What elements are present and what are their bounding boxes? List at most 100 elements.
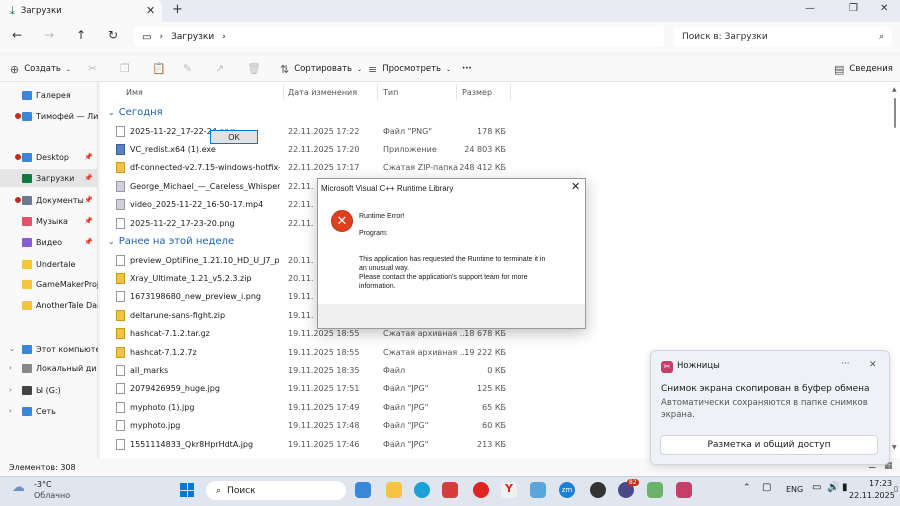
notifications-icon[interactable]: ▯ <box>894 485 898 493</box>
address-bar[interactable]: ▭ › Загрузки › <box>134 27 664 47</box>
file-row[interactable]: hashcat-7.1.2.7z 19.11.2025 18:55 Сжатая а… <box>116 343 516 361</box>
clock-date[interactable]: 22.11.2025 <box>849 491 895 500</box>
file-name: preview_OptiFine_1.21.10_HD_U_J7_pre2.ja… <box>130 255 280 265</box>
search-input[interactable]: Поиск в: Загрузки ⌕ <box>674 27 892 47</box>
sidebar-item[interactable]: › Сеть <box>0 402 98 420</box>
sidebar-item[interactable]: Тимофей — Ли <box>0 107 98 125</box>
sidebar-item[interactable]: › Локальный ди <box>0 359 98 377</box>
sidebar-item[interactable]: Desktop 📌 <box>0 148 98 166</box>
column-divider[interactable] <box>377 84 378 100</box>
toast-close-icon[interactable]: ✕ <box>869 360 877 370</box>
more-button[interactable]: ··· <box>462 60 472 78</box>
explorer-icon[interactable] <box>386 482 402 498</box>
file-row[interactable]: myphoto.jpg 19.11.2025 17:48 Файл "JPG" 60 … <box>116 417 516 435</box>
chevron-right-icon[interactable]: › <box>9 386 12 394</box>
language-indicator[interactable]: ENG <box>786 485 803 494</box>
taskview-icon[interactable] <box>355 482 371 498</box>
edge-icon[interactable] <box>414 482 430 498</box>
sidebar-item[interactable]: Документы 📌 <box>0 191 98 209</box>
file-row[interactable]: myphoto (1).jpg 19.11.2025 17:49 Файл "JPG… <box>116 398 516 416</box>
cloud-icon[interactable]: ☁ <box>12 480 25 495</box>
sidebar-item[interactable]: ⌄ Этот компьюте <box>0 340 98 358</box>
file-icon <box>116 217 125 229</box>
sidebar-item[interactable]: GameMakerProj <box>0 275 98 293</box>
up-icon[interactable]: ↑ <box>76 28 86 42</box>
app-icon[interactable] <box>590 482 606 498</box>
yandex-icon[interactable]: Y <box>501 482 517 498</box>
volume-icon[interactable]: 🔊 <box>827 482 839 493</box>
start-icon[interactable] <box>180 483 194 497</box>
store-icon[interactable] <box>442 482 458 498</box>
paste-icon[interactable]: 📋 <box>152 62 166 75</box>
sidebar-item[interactable]: Видео 📌 <box>0 233 98 251</box>
folder-icon <box>22 216 32 226</box>
notes-icon[interactable] <box>647 482 663 498</box>
sidebar-item[interactable]: Галерея <box>0 86 98 104</box>
new-tab-icon[interactable]: + <box>172 2 183 17</box>
sidebar-item[interactable]: Загрузки 📌 <box>0 169 98 187</box>
minimize-icon[interactable]: — <box>805 3 815 14</box>
group-earlier[interactable]: ⌄ Ранее на этой неделе <box>108 236 234 247</box>
scroll-down-icon[interactable]: ▼ <box>892 444 897 451</box>
file-row[interactable]: VC_redist.x64 (1).exe 22.11.2025 17:20 При… <box>116 140 516 158</box>
breadcrumb[interactable]: Загрузки <box>171 32 214 42</box>
sidebar-item[interactable]: › Ы (G:) <box>0 381 98 399</box>
scroll-thumb[interactable] <box>894 98 896 128</box>
file-row[interactable]: 2079426959_huge.jpg 19.11.2025 17:51 Файл … <box>116 380 516 398</box>
sidebar-item-label: Музыка <box>36 216 68 226</box>
copy-icon[interactable]: ❐ <box>120 62 130 75</box>
column-type[interactable]: Тип <box>383 88 398 97</box>
dialog-close-icon[interactable]: ✕ <box>571 180 580 193</box>
refresh-icon[interactable]: ↻ <box>108 28 118 42</box>
sort-button[interactable]: ⇅ Сортировать ⌄ <box>280 60 362 78</box>
file-row[interactable]: 1551114833_Qkr8HprHdtA.jpg 19.11.2025 17:… <box>116 435 516 453</box>
back-icon[interactable]: ← <box>12 28 22 42</box>
chevron-up-icon[interactable]: ⌃ <box>743 483 751 493</box>
file-row[interactable]: df-connected-v2.7.15-windows-hotfix-b ..… <box>116 159 516 177</box>
markup-share-button[interactable]: Разметка и общий доступ <box>660 435 878 455</box>
share-icon[interactable]: ↗ <box>215 62 224 75</box>
delete-icon[interactable]: 🗑 <box>247 62 261 75</box>
maximize-icon[interactable]: ❐ <box>849 3 858 14</box>
column-date[interactable]: Дата изменения <box>288 88 357 97</box>
sidebar-item[interactable]: Музыка 📌 <box>0 212 98 230</box>
zoom-icon[interactable]: zm <box>559 482 575 498</box>
view-button[interactable]: ≡ Просмотреть ⌄ <box>368 60 451 78</box>
rename-icon[interactable]: ✎ <box>183 62 192 75</box>
sidebar-item[interactable]: Undertale <box>0 255 98 273</box>
weather-desc[interactable]: Облачно <box>34 491 70 500</box>
tab-close-icon[interactable]: ✕ <box>146 4 155 17</box>
photos-icon[interactable] <box>530 482 546 498</box>
column-name[interactable]: Имя <box>126 88 143 97</box>
column-divider[interactable] <box>510 84 511 100</box>
toast-more-button[interactable]: ··· <box>841 359 850 369</box>
chevron-down-icon[interactable]: ⌄ <box>9 345 15 353</box>
details-button[interactable]: ▤ Сведения <box>834 60 893 78</box>
file-row[interactable]: all_marks 19.11.2025 18:35 Файл 0 КБ <box>116 361 516 379</box>
clock-time[interactable]: 17:23 <box>869 479 892 488</box>
column-size[interactable]: Размер <box>462 88 492 97</box>
tab-downloads[interactable]: ⤓ Загрузки <box>0 0 162 22</box>
scroll-up-icon[interactable]: ▲ <box>892 86 897 93</box>
create-button[interactable]: ⊕ Создать ⌄ <box>10 60 71 78</box>
file-row[interactable]: 2025-11-22_17-22-24.png 22.11.2025 17:22 Ф… <box>116 122 516 140</box>
monitor-icon[interactable]: ▭ <box>812 482 821 493</box>
column-divider[interactable] <box>456 84 457 100</box>
group-today[interactable]: ⌄ Сегодня <box>108 107 163 118</box>
chevron-right-icon[interactable]: › <box>9 407 12 415</box>
youtube-icon[interactable] <box>473 482 489 498</box>
network-icon[interactable]: ▢ <box>762 482 771 493</box>
window-close-icon[interactable]: ✕ <box>880 3 888 14</box>
chevron-right-icon[interactable]: › <box>9 364 12 372</box>
weather-temp[interactable]: -3°C <box>34 480 52 489</box>
vertical-scrollbar[interactable]: ▲ ▼ <box>892 86 898 454</box>
folder-icon <box>22 406 32 416</box>
forward-icon[interactable]: → <box>44 28 54 42</box>
cut-icon[interactable]: ✂ <box>88 62 97 75</box>
snipping-icon[interactable] <box>676 482 692 498</box>
sidebar-item[interactable]: AnotherTale Dar <box>0 296 98 314</box>
taskbar-search[interactable]: ⌕ Поиск <box>206 481 346 500</box>
ok-button[interactable]: OK <box>210 130 258 144</box>
battery-icon[interactable]: ▮ <box>842 482 848 493</box>
column-divider[interactable] <box>283 84 284 100</box>
